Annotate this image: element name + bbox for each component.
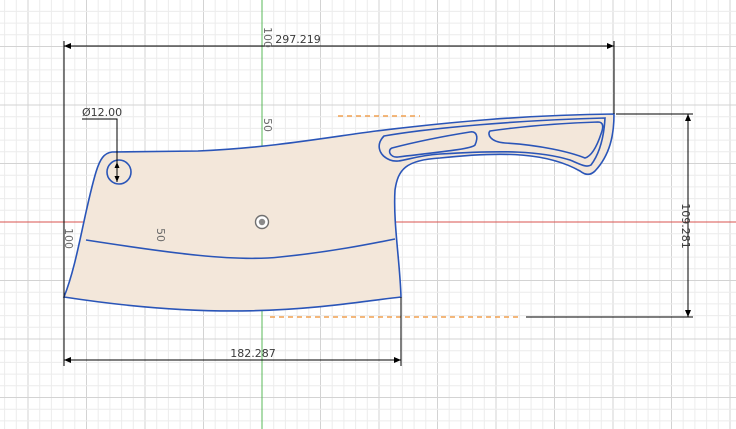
overall-height-label[interactable]: 109.281 (679, 203, 692, 249)
origin-point-icon[interactable] (254, 214, 270, 230)
sketch-viewport[interactable]: Ø12.00 297.219 109.281 182.287 100 50 10… (0, 0, 736, 429)
grid-label-inner: 50 (154, 228, 167, 242)
blade-width-label[interactable]: 182.287 (230, 347, 276, 360)
hole-diameter-label[interactable]: Ø12.00 (82, 106, 122, 119)
grid-label-upper: 50 (261, 118, 274, 132)
sketch-canvas[interactable]: Ø12.00 297.219 109.281 182.287 100 50 10… (0, 0, 736, 429)
grid-label-left: 100 (62, 228, 75, 249)
grid-label-top: 100 (261, 27, 274, 48)
height-arrow-top (685, 114, 691, 121)
overall-width-label[interactable]: 297.219 (275, 33, 321, 46)
width-arrow-left (64, 43, 71, 49)
